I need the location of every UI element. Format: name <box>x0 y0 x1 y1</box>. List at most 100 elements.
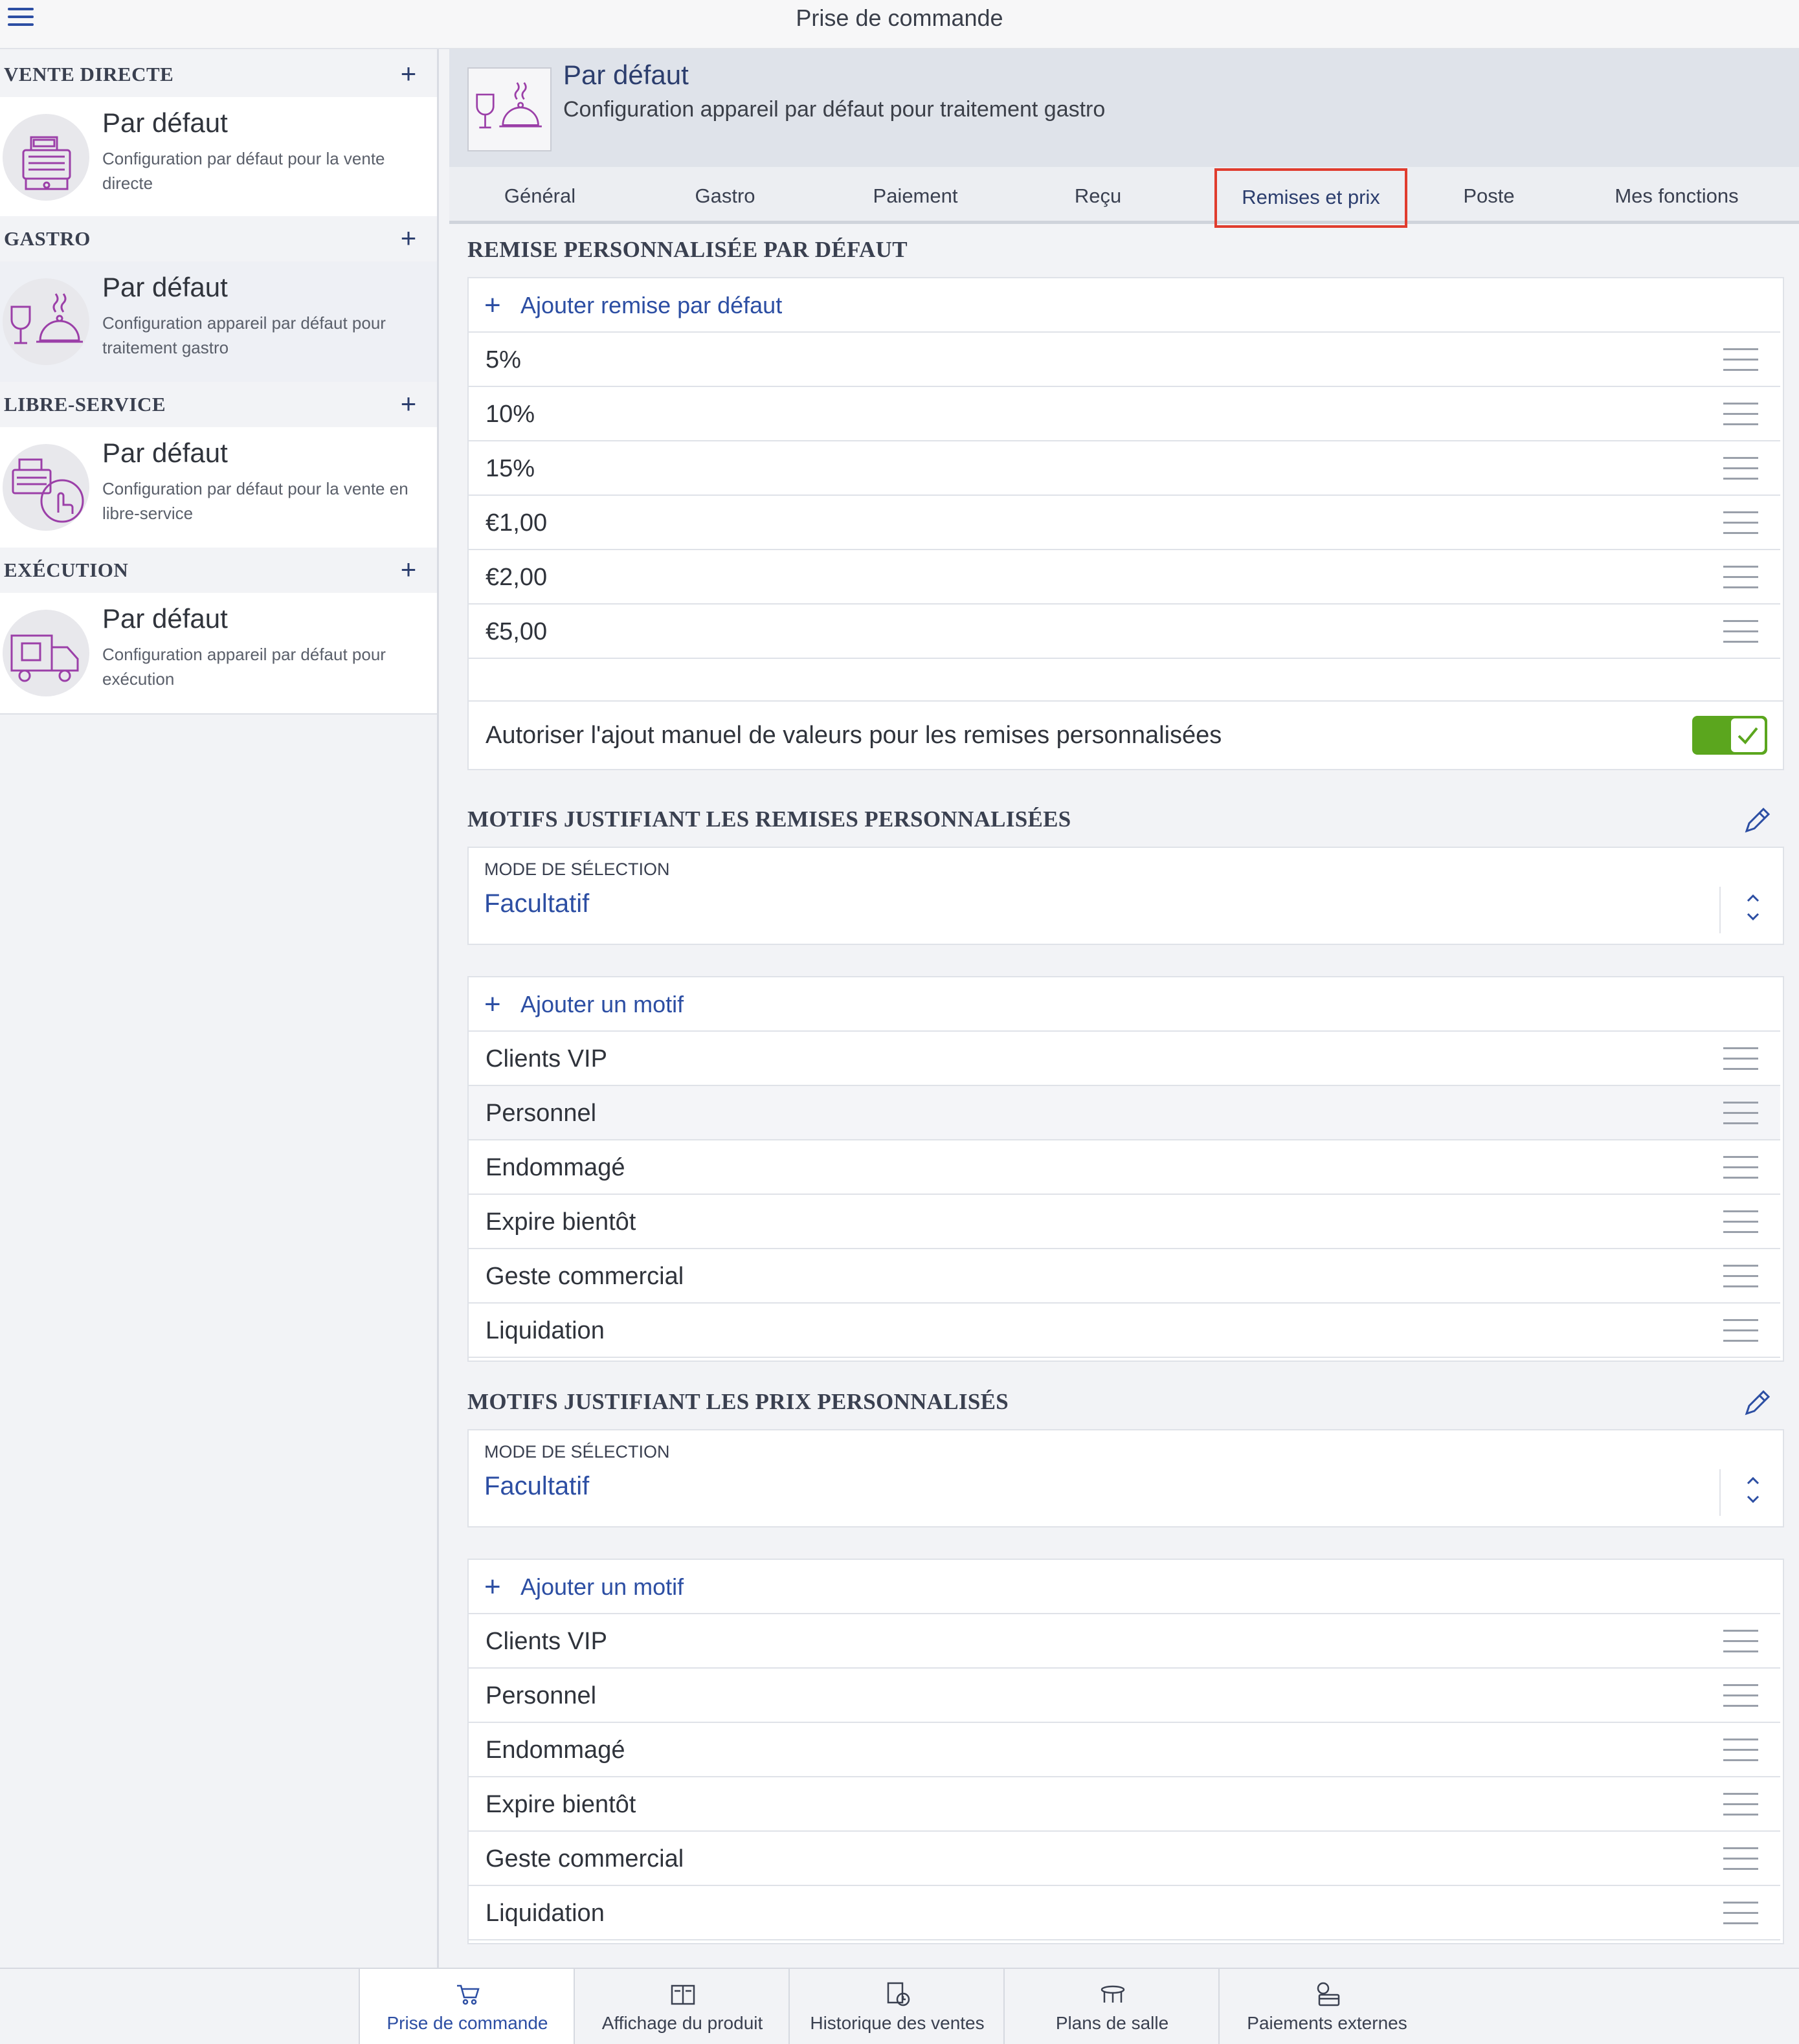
drag-handle-icon[interactable] <box>1723 511 1758 535</box>
updown-chevron-icon[interactable] <box>1743 889 1763 926</box>
drag-handle-icon[interactable] <box>1723 1739 1758 1762</box>
nav-prise-de-commande[interactable]: Prise de commande <box>359 1969 575 2044</box>
tab-paiement[interactable]: Paiement <box>825 167 1006 221</box>
drag-handle-icon[interactable] <box>1723 403 1758 426</box>
default-discounts-list: + Ajouter remise par défaut 5% 10% 15% €… <box>467 277 1784 715</box>
drag-handle-icon[interactable] <box>1723 1156 1758 1179</box>
checkmark-icon <box>1731 718 1765 752</box>
plus-icon: + <box>484 289 501 321</box>
sidebar-item-libre-service[interactable]: Par défaut Configuration par défaut pour… <box>0 427 437 549</box>
list-item[interactable]: Liquidation <box>469 1304 1780 1358</box>
list-item[interactable]: Endommagé <box>469 1140 1780 1195</box>
manual-values-toggle[interactable] <box>1692 716 1767 755</box>
gastro-icon <box>3 278 89 365</box>
cart-icon <box>454 1981 482 2008</box>
list-item[interactable]: Expire bientôt <box>469 1195 1780 1249</box>
drag-handle-icon[interactable] <box>1723 1847 1758 1871</box>
tab-recu[interactable]: Reçu <box>1014 167 1182 221</box>
drag-handle-icon[interactable] <box>1723 457 1758 480</box>
tab-remises-et-prix[interactable]: Remises et prix <box>1214 168 1407 228</box>
plus-icon[interactable]: + <box>394 60 423 88</box>
list-item[interactable]: Geste commercial <box>469 1249 1780 1304</box>
list-item[interactable]: Endommagé <box>469 1723 1780 1777</box>
list-item[interactable]: Personnel <box>469 1669 1780 1723</box>
list-item[interactable]: €1,00 <box>469 496 1780 550</box>
list-item[interactable]: Clients VIP <box>469 1614 1780 1669</box>
drag-handle-icon[interactable] <box>1723 620 1758 643</box>
plus-icon: + <box>484 1571 501 1603</box>
add-discount-reason-button[interactable]: + Ajouter un motif <box>469 977 1780 1032</box>
section-title-price-reasons: MOTIFS JUSTIFIANT LES PRIX PERSONNALISÉS <box>467 1389 1009 1414</box>
drag-handle-icon[interactable] <box>1723 1630 1758 1653</box>
tab-general[interactable]: Général <box>456 167 624 221</box>
edit-pencil-icon[interactable] <box>1741 1388 1772 1419</box>
section-label: GASTRO <box>4 227 91 250</box>
drag-handle-icon[interactable] <box>1723 1684 1758 1707</box>
add-price-reason-button[interactable]: + Ajouter un motif <box>469 1560 1780 1614</box>
sidebar-item-subtitle: Configuration appareil par défaut pour t… <box>102 313 386 357</box>
selection-mode-value: Facultatif <box>484 1472 590 1500</box>
list-item[interactable]: Geste commercial <box>469 1832 1780 1886</box>
nav-historique-des-ventes[interactable]: Historique des ventes <box>788 1969 1005 2044</box>
section-title-discount-reasons: MOTIFS JUSTIFIANT LES REMISES PERSONNALI… <box>467 806 1071 832</box>
tab-gastro[interactable]: Gastro <box>641 167 809 221</box>
sidebar-section-libre-service: LIBRE-SERVICE + <box>0 382 437 428</box>
external-payment-icon <box>1314 1981 1341 2008</box>
section-title-default-discounts: REMISE PERSONNALISÉE PAR DÉFAUT <box>467 237 908 262</box>
drag-handle-icon[interactable] <box>1723 1102 1758 1125</box>
list-item[interactable]: Liquidation <box>469 1886 1780 1940</box>
sidebar-section-gastro: GASTRO + <box>0 216 437 263</box>
list-item[interactable]: Expire bientôt <box>469 1777 1780 1832</box>
discount-reasons-selection-mode[interactable]: MODE DE SÉLECTION Facultatif <box>467 847 1784 945</box>
price-reasons-selection-mode[interactable]: MODE DE SÉLECTION Facultatif <box>467 1429 1784 1527</box>
add-default-discount-button[interactable]: + Ajouter remise par défaut <box>469 278 1780 333</box>
sidebar-item-subtitle: Configuration par défaut pour la vente d… <box>102 149 385 193</box>
list-item[interactable]: 15% <box>469 441 1780 496</box>
section-label: LIBRE-SERVICE <box>4 393 166 416</box>
toggle-label: Autoriser l'ajout manuel de valeurs pour… <box>486 722 1222 749</box>
divider <box>1719 887 1721 933</box>
plus-icon[interactable]: + <box>394 555 423 584</box>
list-item[interactable]: €2,00 <box>469 550 1780 605</box>
list-item[interactable]: Personnel <box>469 1086 1780 1140</box>
list-item[interactable]: 5% <box>469 333 1780 387</box>
drag-handle-icon[interactable] <box>1723 1265 1758 1288</box>
discount-reasons-list: + Ajouter un motif Clients VIP Personnel… <box>467 976 1784 1362</box>
edit-pencil-icon[interactable] <box>1741 805 1772 836</box>
drag-handle-icon[interactable] <box>1723 1210 1758 1234</box>
plus-icon[interactable]: + <box>394 224 423 252</box>
tab-mes-fonctions[interactable]: Mes fonctions <box>1580 167 1774 221</box>
sidebar-item-subtitle: Configuration par défaut pour la vente e… <box>102 479 408 523</box>
drag-handle-icon[interactable] <box>1723 1319 1758 1342</box>
sidebar-item-gastro[interactable]: Par défaut Configuration appareil par dé… <box>0 261 437 383</box>
drag-handle-icon[interactable] <box>1723 1902 1758 1925</box>
sidebar-item-execution[interactable]: Par défaut Configuration appareil par dé… <box>0 593 437 715</box>
drag-handle-icon[interactable] <box>1723 566 1758 589</box>
sidebar-item-vente-directe[interactable]: Par défaut Configuration par défaut pour… <box>0 97 437 219</box>
tab-poste[interactable]: Poste <box>1405 167 1573 221</box>
main-panel: Par défaut Configuration appareil par dé… <box>449 49 1799 1968</box>
sidebar-item-title: Par défaut <box>102 107 228 138</box>
nav-paiements-externes[interactable]: Paiements externes <box>1218 1969 1435 2044</box>
top-bar: Prise de commande <box>0 0 1799 49</box>
self-service-icon <box>3 444 89 531</box>
nav-plans-de-salle[interactable]: Plans de salle <box>1003 1969 1220 2044</box>
drag-handle-icon[interactable] <box>1723 1793 1758 1816</box>
plus-icon: + <box>484 988 501 1020</box>
list-item[interactable]: €5,00 <box>469 605 1780 659</box>
delivery-truck-icon <box>3 610 89 696</box>
plus-icon[interactable]: + <box>394 390 423 418</box>
sidebar-section-execution: EXÉCUTION + <box>0 548 437 594</box>
drag-handle-icon[interactable] <box>1723 1047 1758 1071</box>
bottom-nav: Prise de commande Affichage du produit H… <box>0 1968 1799 2044</box>
list-item[interactable]: 10% <box>469 387 1780 441</box>
section-label: VENTE DIRECTE <box>4 63 174 85</box>
cash-register-icon <box>3 114 89 201</box>
selection-mode-value: Facultatif <box>484 889 590 918</box>
updown-chevron-icon[interactable] <box>1743 1472 1763 1508</box>
sidebar-item-title: Par défaut <box>102 603 228 634</box>
tab-bar: Général Gastro Paiement Reçu Remises et … <box>449 167 1799 228</box>
list-item[interactable]: Clients VIP <box>469 1032 1780 1086</box>
nav-affichage-du-produit[interactable]: Affichage du produit <box>574 1969 790 2044</box>
drag-handle-icon[interactable] <box>1723 348 1758 372</box>
